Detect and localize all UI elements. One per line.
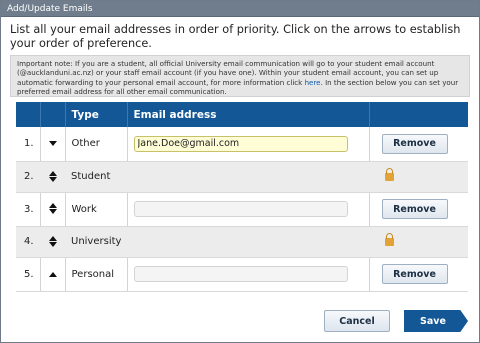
header-arrows	[40, 102, 66, 127]
row-number: 2.	[16, 161, 40, 193]
move-up-icon[interactable]	[48, 203, 57, 209]
remove-button[interactable]: Remove	[381, 199, 448, 219]
move-arrows	[48, 170, 57, 182]
email-row-2: 2. Student	[16, 161, 468, 193]
row-action-cell	[369, 226, 468, 258]
row-arrows	[40, 257, 66, 292]
row-action-cell: Remove	[369, 257, 468, 292]
intro-text: List all your email addresses in order o…	[10, 23, 461, 50]
cancel-button[interactable]: Cancel	[324, 310, 390, 332]
email-field-other[interactable]	[133, 135, 348, 152]
email-row-1: 1. Other Remove	[16, 127, 468, 162]
row-type: University	[65, 226, 369, 258]
row-email-cell	[127, 127, 370, 162]
note-help-link[interactable]: here	[305, 78, 321, 87]
header-email: Email address	[127, 102, 370, 127]
move-up-icon[interactable]	[48, 170, 57, 176]
row-arrows	[40, 127, 66, 162]
email-row-5: 5. Personal Remove	[16, 257, 468, 292]
row-number: 1.	[16, 127, 41, 162]
row-action-cell: Remove	[369, 192, 468, 227]
row-type: Other	[65, 127, 128, 162]
move-down-icon[interactable]	[48, 176, 57, 182]
move-down-icon[interactable]	[48, 241, 57, 247]
move-arrows	[48, 203, 57, 215]
row-number: 3.	[16, 192, 41, 227]
row-number: 5.	[16, 257, 41, 292]
lock-icon	[385, 168, 394, 181]
email-row-3: 3. Work Remove	[16, 192, 468, 227]
move-up-icon[interactable]	[48, 271, 57, 277]
email-row-4: 4. University	[16, 226, 468, 258]
header-num	[16, 102, 41, 127]
row-action-cell	[369, 161, 468, 193]
add-update-emails-dialog: Add/Update Emails List all your email ad…	[0, 0, 480, 343]
email-table: Type Email address 1. Other Remove	[16, 102, 468, 292]
save-button[interactable]: Save	[404, 310, 468, 332]
email-field-work[interactable]	[133, 201, 348, 217]
row-type: Personal	[65, 257, 128, 292]
row-email-cell	[127, 192, 370, 227]
row-email-cell	[127, 257, 370, 292]
row-action-cell: Remove	[369, 127, 468, 162]
header-type: Type	[65, 102, 128, 127]
header-action	[369, 102, 468, 127]
move-arrows	[48, 235, 57, 247]
row-arrows	[40, 226, 65, 258]
move-up-icon[interactable]	[48, 235, 57, 241]
row-number: 4.	[16, 226, 40, 258]
remove-button[interactable]: Remove	[381, 264, 448, 284]
lock-icon	[385, 233, 394, 246]
row-type: Student	[65, 161, 369, 193]
important-note: Important note: If you are a student, al…	[10, 55, 470, 97]
email-field-personal[interactable]	[133, 266, 348, 282]
move-down-icon[interactable]	[48, 141, 57, 147]
move-down-icon[interactable]	[48, 209, 57, 215]
row-arrows	[40, 161, 65, 193]
row-arrows	[40, 192, 66, 227]
table-header-row: Type Email address	[16, 102, 468, 127]
dialog-title: Add/Update Emails	[1, 1, 479, 17]
remove-button[interactable]: Remove	[381, 133, 448, 154]
row-type: Work	[65, 192, 128, 227]
